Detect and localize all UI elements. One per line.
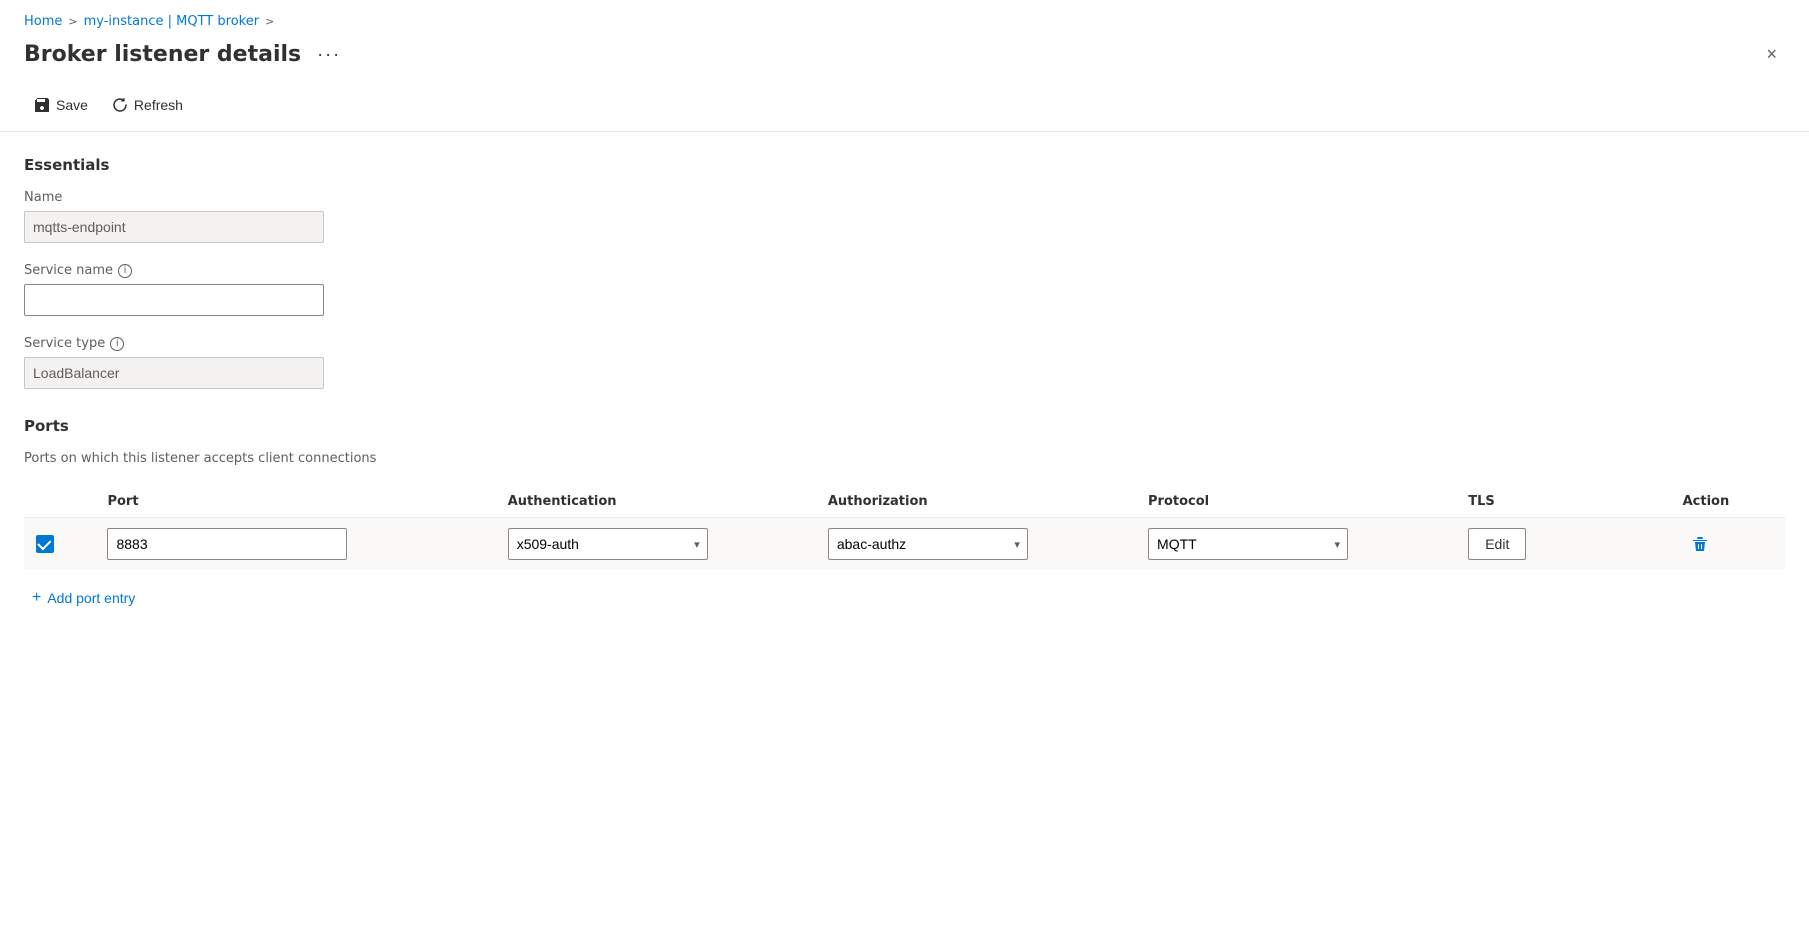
authorization-cell: abac-authz ▾ <box>816 518 1136 571</box>
refresh-label: Refresh <box>134 97 183 113</box>
name-label: Name <box>24 190 1785 205</box>
delete-row-button[interactable] <box>1683 531 1717 557</box>
col-header-check <box>24 486 95 518</box>
table-row: x509-auth ▾ abac-authz ▾ <box>24 518 1785 571</box>
col-header-authz: Authorization <box>816 486 1136 518</box>
service-type-input <box>24 357 324 389</box>
authentication-select[interactable]: x509-auth <box>508 528 708 560</box>
service-type-field-group: Service type i <box>24 336 1785 389</box>
action-cell <box>1671 518 1785 571</box>
protocol-cell: MQTT ▾ <box>1136 518 1456 571</box>
refresh-icon <box>112 97 128 113</box>
refresh-button[interactable]: Refresh <box>102 91 193 119</box>
more-options-button[interactable]: ··· <box>311 42 347 67</box>
essentials-section: Essentials Name Service name i Service t… <box>24 156 1785 389</box>
authentication-cell: x509-auth ▾ <box>496 518 816 571</box>
service-name-input[interactable] <box>24 284 324 316</box>
toolbar: Save Refresh <box>0 83 1809 132</box>
save-button[interactable]: Save <box>24 91 98 119</box>
ports-subtitle: Ports on which this listener accepts cli… <box>24 451 1785 466</box>
col-header-protocol: Protocol <box>1136 486 1456 518</box>
authorization-dropdown-wrapper: abac-authz ▾ <box>828 528 1028 560</box>
panel-title-text: Broker listener details <box>24 42 301 67</box>
authentication-dropdown-wrapper: x509-auth ▾ <box>508 528 708 560</box>
row-checkbox-cell <box>24 518 95 571</box>
name-input <box>24 211 324 243</box>
ports-title: Ports <box>24 417 1785 435</box>
col-header-auth: Authentication <box>496 486 816 518</box>
name-field-group: Name <box>24 190 1785 243</box>
add-icon: + <box>32 590 41 606</box>
col-header-tls: TLS <box>1456 486 1670 518</box>
breadcrumb-sep1: > <box>68 15 77 28</box>
breadcrumb: Home > my-instance | MQTT broker > <box>0 0 1809 37</box>
service-type-info-icon[interactable]: i <box>110 337 124 351</box>
service-name-field-group: Service name i <box>24 263 1785 316</box>
ports-table: Port Authentication Authorization Protoc… <box>24 486 1785 570</box>
port-cell <box>95 518 495 571</box>
protocol-select[interactable]: MQTT <box>1148 528 1348 560</box>
essentials-title: Essentials <box>24 156 1785 174</box>
service-name-info-icon[interactable]: i <box>118 264 132 278</box>
authorization-select[interactable]: abac-authz <box>828 528 1028 560</box>
save-label: Save <box>56 97 88 113</box>
save-icon <box>34 97 50 113</box>
service-type-label: Service type i <box>24 336 1785 351</box>
col-header-port: Port <box>95 486 495 518</box>
col-header-action: Action <box>1671 486 1785 518</box>
breadcrumb-instance[interactable]: my-instance | MQTT broker <box>84 14 259 29</box>
tls-edit-button[interactable]: Edit <box>1468 528 1526 560</box>
panel-header: Broker listener details ··· × <box>0 37 1809 83</box>
protocol-dropdown-wrapper: MQTT ▾ <box>1148 528 1348 560</box>
port-input[interactable] <box>107 528 347 560</box>
row-checkbox[interactable] <box>36 535 54 553</box>
table-header-row: Port Authentication Authorization Protoc… <box>24 486 1785 518</box>
content-area: Essentials Name Service name i Service t… <box>0 132 1809 634</box>
add-port-label: Add port entry <box>47 590 135 606</box>
close-button[interactable]: × <box>1758 41 1785 67</box>
add-port-entry-button[interactable]: + Add port entry <box>24 586 143 610</box>
ports-section: Ports Ports on which this listener accep… <box>24 417 1785 610</box>
service-name-label: Service name i <box>24 263 1785 278</box>
panel-title: Broker listener details ··· <box>24 42 347 67</box>
breadcrumb-home[interactable]: Home <box>24 14 62 29</box>
breadcrumb-sep2: > <box>265 15 274 28</box>
tls-cell: Edit <box>1456 518 1670 571</box>
broker-listener-panel: Home > my-instance | MQTT broker > Broke… <box>0 0 1809 939</box>
